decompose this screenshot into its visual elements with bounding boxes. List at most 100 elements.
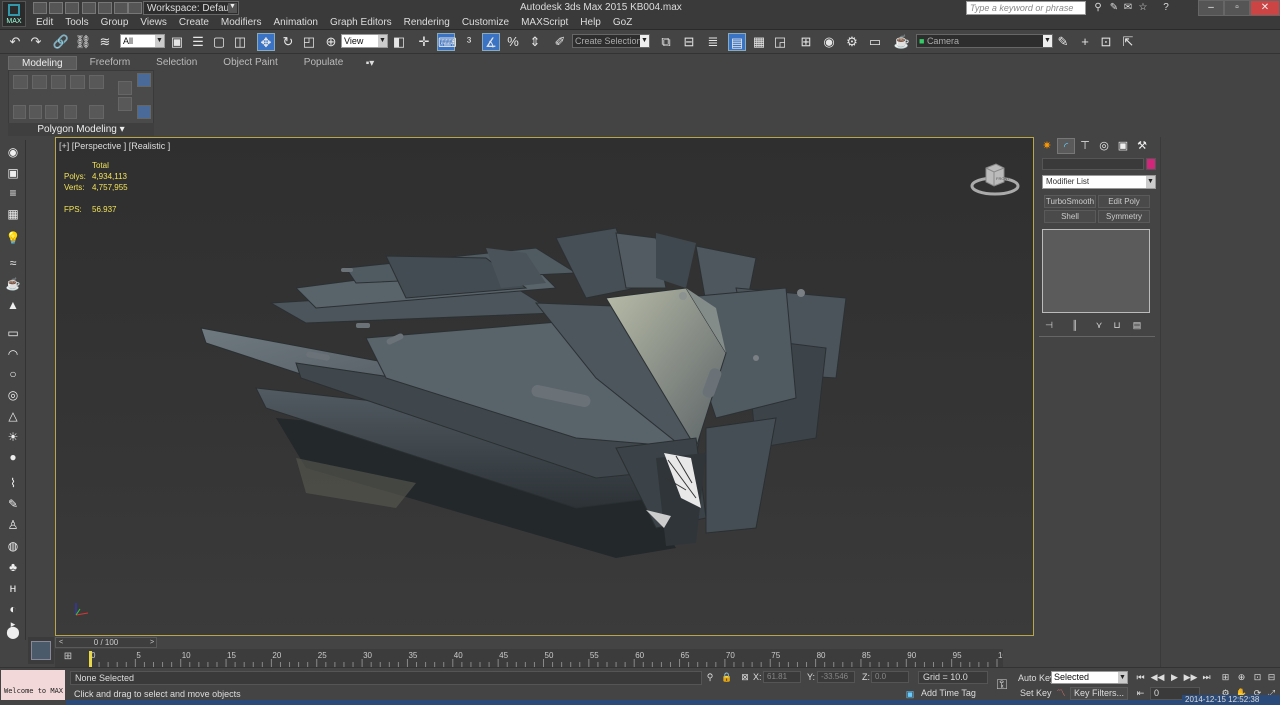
turbosmooth-button[interactable]: TurboSmooth bbox=[1044, 195, 1096, 208]
modify-tab-icon[interactable]: ◜ bbox=[1057, 138, 1075, 154]
menu-item-views[interactable]: Views bbox=[134, 16, 173, 30]
ribbon-toggle-icon[interactable] bbox=[137, 73, 151, 87]
scene-explorer-icon[interactable]: ▤ bbox=[728, 33, 746, 51]
globe-icon[interactable]: ◍ bbox=[5, 538, 21, 554]
redo-icon[interactable] bbox=[98, 2, 112, 14]
create-tab-icon[interactable]: ✷ bbox=[1038, 138, 1056, 154]
manipulate-icon[interactable]: ✛ bbox=[415, 33, 433, 51]
menu-item-help[interactable]: Help bbox=[574, 16, 607, 30]
ribbon-tool1-icon[interactable] bbox=[13, 105, 26, 119]
menu-item-create[interactable]: Create bbox=[173, 16, 215, 30]
ribbon-polygon-icon[interactable] bbox=[70, 75, 85, 89]
select-and-link-icon[interactable]: 🔗 bbox=[52, 33, 70, 51]
orb-icon[interactable]: ⬤ bbox=[5, 624, 21, 640]
maximize-button[interactable]: ▫ bbox=[1224, 0, 1250, 16]
paint-icon[interactable]: ▣ bbox=[5, 165, 21, 181]
wave-icon[interactable]: ≈ bbox=[5, 255, 21, 271]
zoom-extents-icon[interactable]: ⊞ bbox=[1218, 671, 1233, 684]
key-mode-curve-icon[interactable]: 〽 bbox=[1054, 687, 1068, 700]
select-by-name-icon[interactable]: ☰ bbox=[189, 33, 207, 51]
brush-icon[interactable]: ✎ bbox=[5, 496, 21, 512]
display-tab-icon[interactable]: ▣ bbox=[1114, 138, 1132, 154]
select-and-scale-icon[interactable]: ◰ bbox=[300, 33, 318, 51]
ribbon-tab-populate[interactable]: Populate bbox=[291, 56, 356, 70]
mirror-icon[interactable]: ⧉ bbox=[657, 33, 675, 51]
select-object-icon[interactable]: ▣ bbox=[168, 33, 186, 51]
reference-coordinate-dropdown[interactable]: View ▼ bbox=[341, 34, 388, 48]
app-logo-button[interactable]: MAX bbox=[2, 1, 26, 27]
curve-editor-icon[interactable]: ◲ bbox=[771, 33, 789, 51]
grid-icon[interactable]: ▦ bbox=[5, 206, 21, 222]
menu-item-customize[interactable]: Customize bbox=[456, 16, 515, 30]
undo-icon[interactable] bbox=[82, 2, 96, 14]
edit-poly-button[interactable]: Edit Poly bbox=[1098, 195, 1150, 208]
rendered-frame-window-icon[interactable]: ▭ bbox=[866, 33, 884, 51]
mini-listener-toggle[interactable] bbox=[28, 637, 54, 664]
y-coordinate-field[interactable]: -33.546 bbox=[817, 671, 855, 683]
light-bulb-icon[interactable]: 💡 bbox=[5, 230, 21, 246]
ribbon-tab-selection[interactable]: Selection bbox=[143, 56, 210, 70]
key-icon[interactable]: ⚿ bbox=[991, 675, 1013, 693]
sphere-icon[interactable]: ○ bbox=[5, 366, 21, 382]
perspective-viewport[interactable]: [+] [Perspective ] [Realistic ] Total Po… bbox=[55, 137, 1034, 636]
hierarchy-tab-icon[interactable]: ⊤ bbox=[1076, 138, 1094, 154]
go-to-start-icon[interactable]: ⏮ bbox=[1133, 671, 1148, 684]
ribbon-tab-freeform[interactable]: Freeform bbox=[77, 56, 144, 70]
go-to-end-icon[interactable]: ⏭ bbox=[1199, 671, 1214, 684]
lock-icon[interactable]: 🔒 bbox=[720, 671, 734, 684]
window-crossing-icon[interactable]: ◫ bbox=[231, 33, 249, 51]
time-slider-next-icon[interactable]: > bbox=[148, 638, 156, 647]
ribbon-tool3-icon[interactable] bbox=[45, 105, 58, 119]
remove-modifier-icon[interactable]: ⊔ bbox=[1110, 319, 1124, 331]
undo-icon[interactable]: ↶ bbox=[6, 33, 24, 51]
ribbon-tool4-icon[interactable] bbox=[64, 105, 77, 119]
edit-named-selection-icon[interactable]: ✐ bbox=[551, 33, 569, 51]
x-coordinate-field[interactable]: 61.81 bbox=[763, 671, 801, 683]
layer-manager-icon[interactable]: ≣ bbox=[704, 33, 722, 51]
pyramid-icon[interactable]: △ bbox=[5, 408, 21, 424]
isolate-icon[interactable]: ⚲ bbox=[703, 671, 717, 684]
snap-toggle-icon[interactable]: ³ bbox=[460, 33, 478, 51]
figure-icon[interactable]: ♙ bbox=[5, 517, 21, 533]
teapot-icon[interactable]: ☕ bbox=[5, 276, 21, 292]
percent-snap-icon[interactable]: % bbox=[504, 33, 522, 51]
pivot-center-icon[interactable]: ◧ bbox=[390, 33, 408, 51]
close-button[interactable]: ✕ bbox=[1250, 0, 1280, 16]
keyboard-shortcut-override-icon[interactable]: ⌨ bbox=[437, 33, 457, 51]
sun-icon[interactable]: ☀ bbox=[5, 429, 21, 445]
ribbon-vertex-icon[interactable] bbox=[13, 75, 28, 89]
menu-item-tools[interactable]: Tools bbox=[59, 16, 94, 30]
previous-frame-icon[interactable]: ◀◀ bbox=[1150, 671, 1165, 684]
shell-button[interactable]: Shell bbox=[1044, 210, 1096, 223]
tube-icon[interactable]: ◎ bbox=[5, 387, 21, 403]
angle-snap-icon[interactable]: ∡ bbox=[482, 33, 500, 51]
workspace-dropdown[interactable]: Workspace: Default ▼ bbox=[143, 1, 239, 15]
track-bar-menu-icon[interactable]: ⊞ bbox=[60, 651, 76, 665]
ribbon-edge-icon[interactable] bbox=[32, 75, 47, 89]
search-input[interactable]: Type a keyword or phrase bbox=[966, 1, 1086, 15]
hf-icon[interactable]: ʜ bbox=[5, 580, 21, 596]
symmetry-button[interactable]: Symmetry bbox=[1098, 210, 1150, 223]
key-mode-dropdown[interactable]: Selected ▼ bbox=[1051, 671, 1128, 684]
redo-icon[interactable]: ↷ bbox=[27, 33, 45, 51]
menu-item-modifiers[interactable]: Modifiers bbox=[215, 16, 268, 30]
object-color-swatch[interactable] bbox=[1146, 158, 1156, 170]
communication-icon[interactable]: ✉ bbox=[1122, 2, 1134, 14]
help-icon[interactable]: ? bbox=[1160, 2, 1172, 14]
current-frame-marker[interactable] bbox=[89, 651, 92, 667]
menu-item-animation[interactable]: Animation bbox=[267, 16, 323, 30]
hold-icon[interactable] bbox=[114, 2, 128, 14]
goz-icon[interactable]: ⇱ bbox=[1119, 33, 1137, 51]
menu-item-rendering[interactable]: Rendering bbox=[398, 16, 456, 30]
sphere-gold-icon[interactable]: ● bbox=[5, 449, 21, 465]
ribbon-tool6-icon[interactable] bbox=[137, 105, 151, 119]
ribbon-repeat-icon[interactable] bbox=[118, 97, 132, 111]
menu-item-graph-editors[interactable]: Graph Editors bbox=[324, 16, 398, 30]
save-file-icon[interactable] bbox=[65, 2, 79, 14]
menu-item-maxscript[interactable]: MAXScript bbox=[515, 16, 574, 30]
zoom-all-icon[interactable]: ⊕ bbox=[1234, 671, 1249, 684]
graphite-ribbon-icon[interactable]: ▦ bbox=[750, 33, 768, 51]
subscription-icon[interactable]: ✎ bbox=[1108, 2, 1120, 14]
menu-item-group[interactable]: Group bbox=[95, 16, 135, 30]
ribbon-tool2-icon[interactable] bbox=[29, 105, 42, 119]
